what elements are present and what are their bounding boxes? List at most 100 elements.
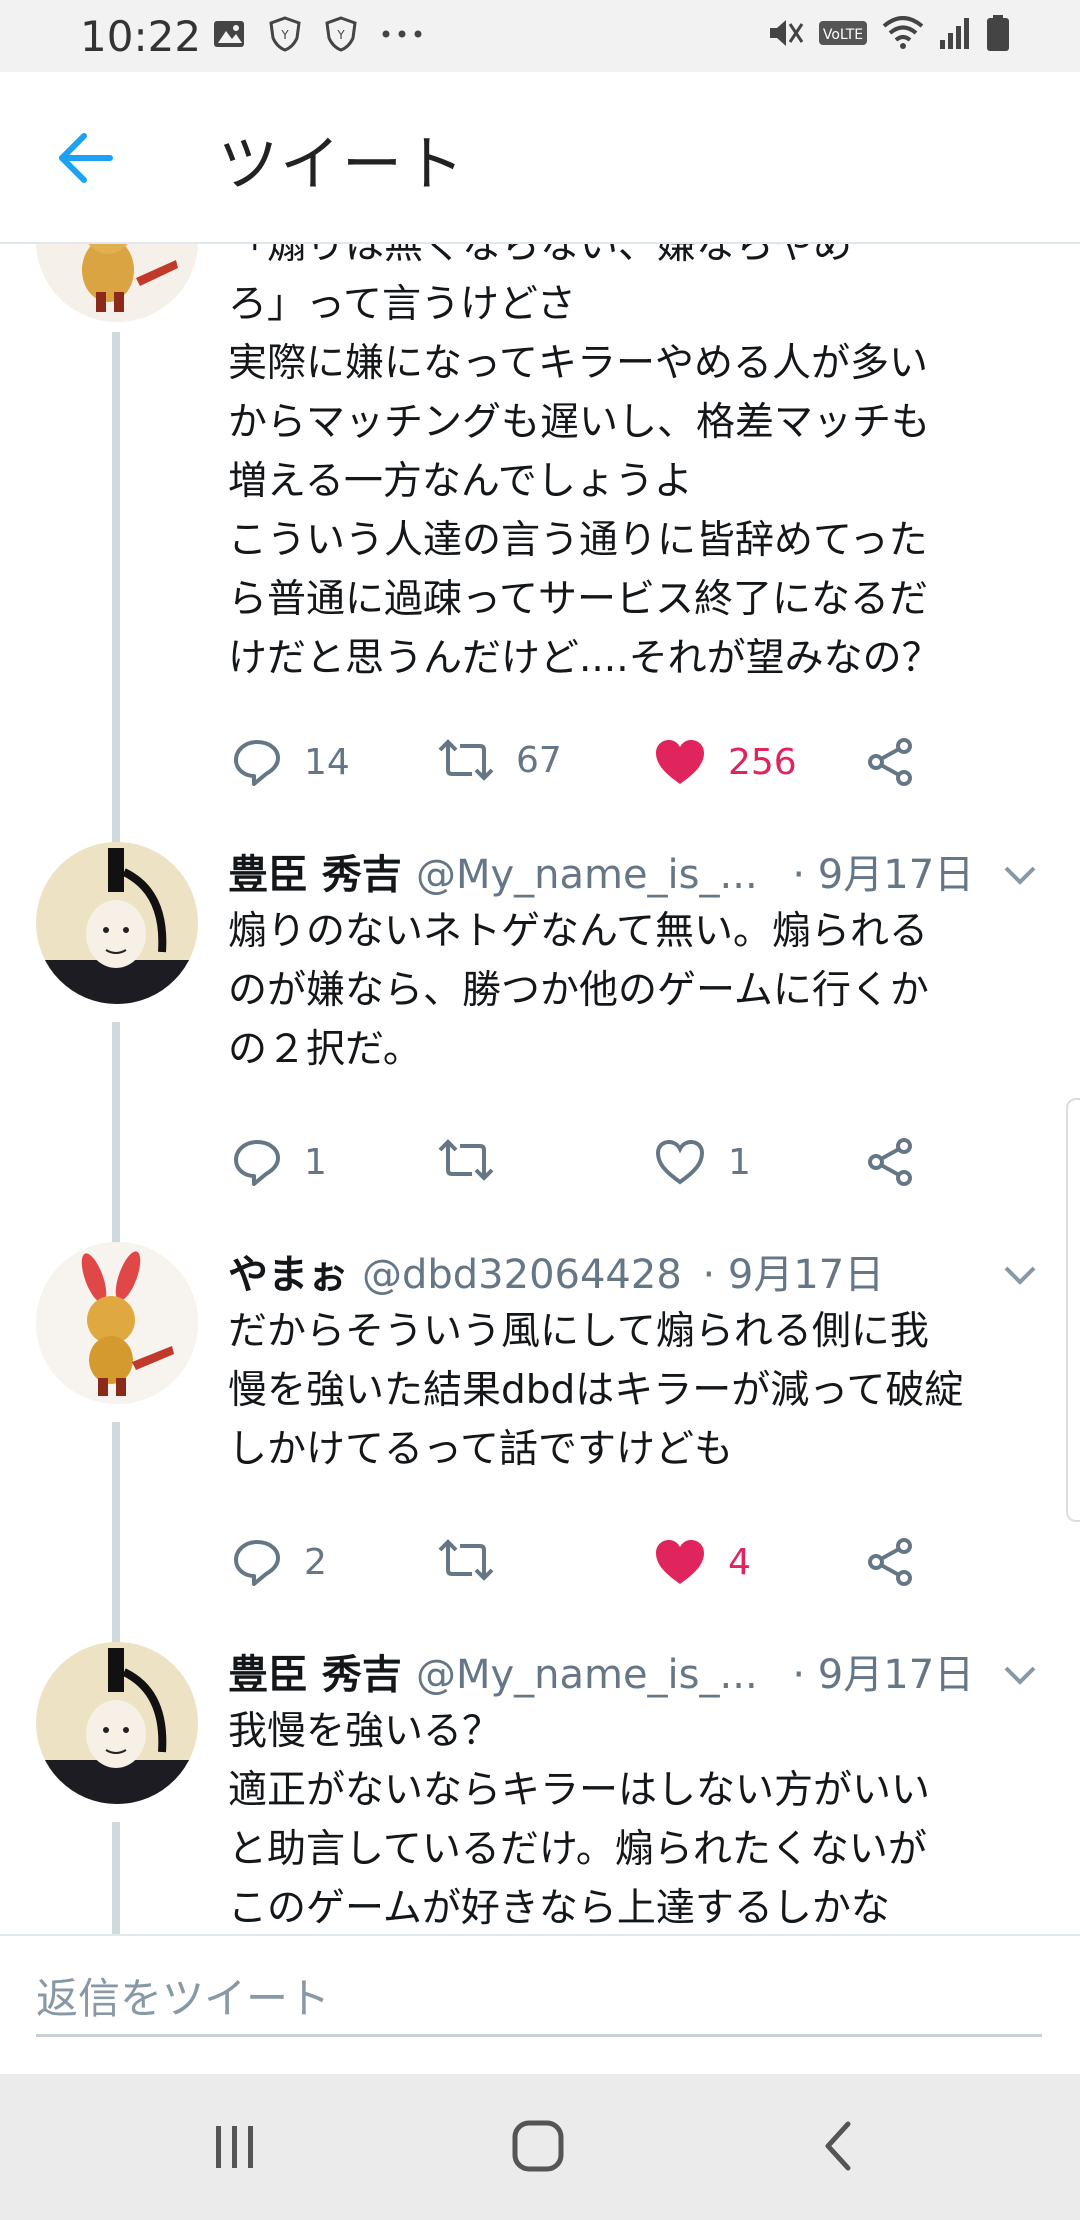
more-icon: [380, 28, 424, 40]
reply-count: 1: [304, 1141, 327, 1183]
tweet-line: 適正がないならキラーはしない方がいい: [228, 1768, 931, 1813]
like-count: 1: [728, 1141, 751, 1183]
tweet-header: 豊臣 秀吉 @My_name_is_... · 9月17日: [228, 842, 974, 900]
svg-text:Y: Y: [280, 28, 289, 42]
tweet-thread[interactable]: 「煽りは無くならない、嫌ならやめ ろ」って言うけどさ 実際に嫌になってキラーやめ…: [0, 242, 1080, 1934]
display-name[interactable]: 豊臣 秀吉: [228, 1652, 402, 1698]
svg-text:VoLTE: VoLTE: [823, 27, 863, 43]
tweet-line: と助言しているだけ。煽られたくないが: [228, 1827, 927, 1872]
like-button[interactable]: 256: [654, 738, 797, 786]
arrow-left-icon[interactable]: [54, 126, 118, 190]
tweet-line: 実際に嫌になってキラーやめる人が多い: [228, 341, 929, 386]
like-button[interactable]: 4: [654, 1538, 751, 1586]
tweet-line: 増える一方なんでしょうよ: [228, 459, 693, 504]
user-handle[interactable]: @dbd32064428: [362, 1252, 682, 1298]
tweet-line: こういう人達の言う通りに皆辞めてった: [228, 518, 928, 563]
tweet-line: 煽りのないネトゲなんて無い。煽られる: [228, 909, 929, 954]
tweet-line: のが嫌なら、勝つか他のゲームに行くか: [228, 968, 929, 1013]
avatar[interactable]: [36, 242, 198, 322]
tweet-text: 「煽りは無くならない、嫌ならやめ ろ」って言うけどさ 実際に嫌になってキラーやめ…: [228, 242, 1048, 688]
reply-icon: [234, 740, 280, 786]
page-title: ツイート: [218, 130, 466, 200]
reply-icon: [234, 1540, 280, 1586]
reply-bar: [0, 1934, 1080, 2076]
tweet-line: けだと思うんだけど....それが望みなの？: [228, 636, 941, 681]
battery-icon: [986, 14, 1010, 52]
tweet-header: 豊臣 秀吉 @My_name_is_... · 9月17日: [228, 1642, 974, 1700]
tweet-text: 煽りのないネトゲなんて無い。煽られる のが嫌なら、勝つか他のゲームに行くか の２…: [228, 902, 1048, 1079]
reply-button[interactable]: 14: [232, 738, 350, 786]
retweet-button[interactable]: [438, 1538, 516, 1582]
reply-button[interactable]: 2: [232, 1538, 327, 1586]
chevron-down-icon[interactable]: [1000, 854, 1040, 894]
heart-outline-icon: [655, 1139, 705, 1185]
tweet-text: だからそういう風にして煽られる側に我 慢を強いた結果dbdはキラーが減って破綻 …: [228, 1302, 1048, 1479]
share-icon: [868, 1538, 912, 1586]
tweet-line: しかけてるって話ですけども: [228, 1427, 734, 1472]
reply-count: 14: [304, 741, 350, 783]
tweet-actions: 1 1: [228, 1138, 1048, 1198]
reply-button[interactable]: 1: [232, 1138, 327, 1186]
wifi-icon: [882, 16, 924, 50]
system-nav-bar: [0, 2074, 1080, 2220]
retweet-icon: [438, 739, 494, 781]
home-icon[interactable]: [510, 2118, 566, 2178]
tweet-actions: 14 67 256: [228, 738, 1048, 798]
user-handle[interactable]: @My_name_is_...: [416, 1652, 758, 1698]
like-count: 256: [728, 741, 797, 783]
mute-icon: [766, 14, 804, 52]
tweet-line: だからそういう風にして煽られる側に我: [228, 1309, 929, 1354]
like-button[interactable]: 1: [654, 1138, 751, 1186]
signal-icon: [938, 16, 972, 50]
retweet-button[interactable]: [438, 1138, 516, 1182]
tweet-line: からマッチングも遅いし、格差マッチも: [228, 400, 931, 445]
status-left-icons: Y Y: [212, 16, 424, 52]
tweet-line: の２択だ。: [228, 1027, 422, 1072]
reply-count: 2: [304, 1541, 327, 1583]
tweet-header: やまぉ @dbd32064428 · 9月17日: [228, 1242, 884, 1300]
share-button[interactable]: [866, 1138, 916, 1186]
heart-filled-icon: [656, 740, 704, 784]
like-count: 4: [728, 1541, 751, 1583]
svg-text:Y: Y: [336, 28, 345, 42]
reply-input[interactable]: [36, 1962, 1042, 2037]
share-icon: [868, 1138, 912, 1186]
display-name[interactable]: 豊臣 秀吉: [228, 852, 402, 898]
tweet-date: · 9月17日: [792, 1652, 975, 1698]
tweet-line: 慢を強いた結果dbdはキラーが減って破綻: [228, 1368, 964, 1413]
avatar[interactable]: [36, 1642, 198, 1804]
back-icon[interactable]: [818, 2118, 858, 2178]
tweet-line: このゲームが好きなら上達するしかな: [228, 1886, 890, 1931]
status-time: 10:22: [80, 12, 202, 61]
recent-apps-icon[interactable]: [210, 2118, 260, 2178]
tweet-line: 我慢を強いる？: [228, 1709, 502, 1754]
avatar[interactable]: [36, 1242, 198, 1404]
share-icon: [868, 738, 912, 786]
reply-icon: [234, 1140, 280, 1186]
retweet-button[interactable]: 67: [438, 738, 562, 782]
user-handle[interactable]: @My_name_is_...: [416, 852, 758, 898]
tweet-line: ろ」って言うけどさ: [228, 282, 576, 327]
volte-icon: VoLTE: [818, 18, 868, 48]
tweet-date: · 9月17日: [702, 1252, 885, 1298]
tweet-actions: 2 4: [228, 1538, 1048, 1598]
chevron-down-icon[interactable]: [1000, 1254, 1040, 1294]
gallery-icon: [212, 17, 246, 51]
shield-icon: Y: [268, 16, 302, 52]
thread-line: [112, 1822, 120, 1934]
tweet-line: 「煽りは無くならない、嫌ならやめ: [228, 242, 853, 268]
retweet-icon: [438, 1539, 494, 1581]
retweet-count: 67: [516, 739, 562, 781]
shield-icon: Y: [324, 16, 358, 52]
share-button[interactable]: [866, 1538, 916, 1586]
tweet-text: 我慢を強いる？ 適正がないならキラーはしない方がいい と助言しているだけ。煽られ…: [228, 1702, 1048, 1934]
scrollbar[interactable]: [1066, 1098, 1080, 1522]
heart-filled-icon: [656, 1540, 704, 1584]
chevron-down-icon[interactable]: [1000, 1654, 1040, 1694]
share-button[interactable]: [866, 738, 916, 786]
display-name[interactable]: やまぉ: [228, 1252, 348, 1298]
status-right-icons: VoLTE: [766, 14, 1010, 52]
app-header: ツイート: [0, 72, 1080, 244]
tweet-line: ら普通に過疎ってサービス終了になるだ: [228, 577, 929, 622]
avatar[interactable]: [36, 842, 198, 1004]
